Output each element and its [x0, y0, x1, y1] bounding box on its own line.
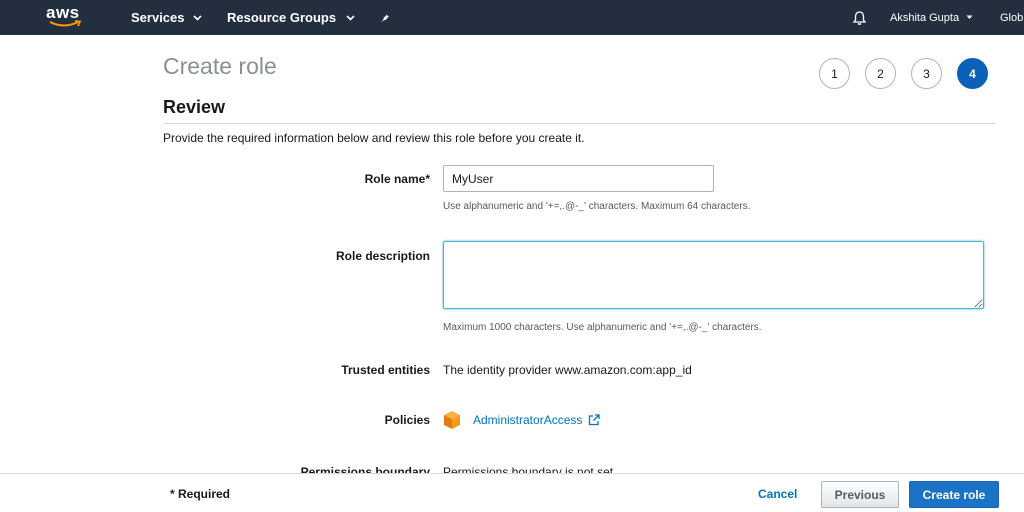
role-name-label: Role name* [364, 172, 430, 186]
region-menu[interactable]: Glob [1000, 0, 1023, 35]
intro-text: Provide the required information below a… [163, 131, 585, 145]
create-role-button[interactable]: Create role [909, 481, 999, 508]
bell-icon [852, 10, 867, 25]
resource-groups-menu[interactable]: Resource Groups [227, 0, 355, 35]
caret-down-icon [966, 15, 973, 19]
role-description-textarea[interactable] [443, 241, 984, 309]
user-name: Akshita Gupta [890, 11, 960, 24]
aws-logo[interactable]: aws [46, 4, 86, 32]
pin-icon [381, 12, 389, 22]
services-menu[interactable]: Services [131, 0, 202, 35]
role-description-field-wrap [443, 241, 984, 314]
page-title: Create role [163, 53, 277, 79]
step-3[interactable]: 3 [911, 58, 942, 89]
step-4-active: 4 [957, 58, 988, 89]
policies-label: Policies [384, 413, 430, 427]
aws-logo-text: aws [46, 3, 80, 22]
step-2[interactable]: 2 [865, 58, 896, 89]
policy-row: AdministratorAccess [443, 410, 601, 430]
previous-button[interactable]: Previous [821, 481, 899, 508]
top-nav: aws Services Resource Groups Akshita Gup… [0, 0, 1024, 35]
section-divider [163, 123, 995, 124]
trusted-entities-label: Trusted entities [341, 363, 430, 377]
external-link-icon[interactable] [588, 414, 601, 426]
role-name-field-wrap [443, 165, 714, 192]
user-menu[interactable]: Akshita Gupta [890, 0, 973, 35]
footer-bar: * Required Cancel Previous Create role [0, 473, 1024, 512]
required-note: * Required [170, 487, 231, 501]
cancel-button[interactable]: Cancel [758, 487, 797, 501]
policy-link[interactable]: AdministratorAccess [473, 413, 582, 427]
pin-button[interactable] [380, 0, 392, 35]
role-name-input[interactable] [443, 165, 714, 192]
caret-down-icon [192, 14, 202, 21]
wizard-steps: 1 2 3 4 [819, 58, 1003, 89]
services-label: Services [131, 10, 185, 25]
role-description-label: Role description [335, 249, 430, 263]
policy-box-icon [444, 411, 460, 429]
step-1[interactable]: 1 [819, 58, 850, 89]
trusted-entities-value: The identity provider www.amazon.com:app… [443, 363, 692, 377]
resource-groups-label: Resource Groups [227, 10, 337, 25]
notifications-button[interactable] [852, 0, 867, 35]
aws-smile-icon [49, 20, 82, 27]
role-name-hint: Use alphanumeric and '+=,.@-_' character… [443, 201, 751, 212]
region-label: Glob [1000, 11, 1024, 24]
section-title: Review [163, 97, 226, 117]
role-description-hint: Maximum 1000 characters. Use alphanumeri… [443, 322, 762, 333]
caret-down-icon [346, 14, 355, 21]
